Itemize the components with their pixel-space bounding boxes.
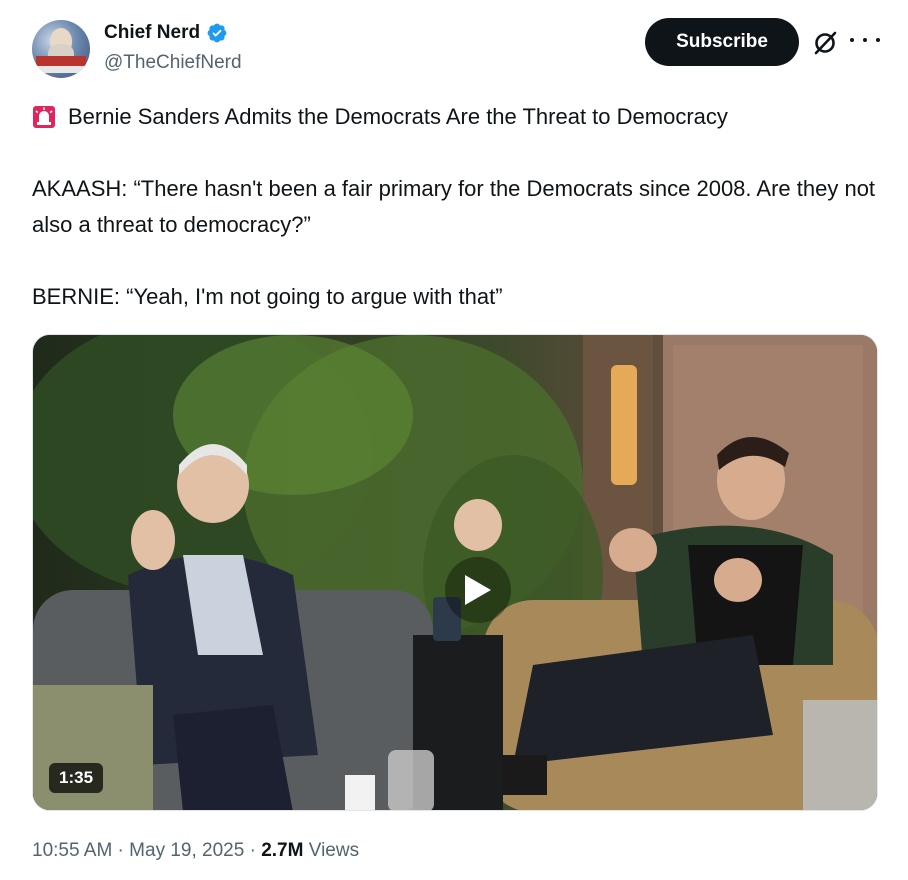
- views-count: 2.7M: [261, 840, 304, 861]
- post-meta: 10:55 AM · May 19, 2025 · 2.7M Views: [32, 840, 359, 862]
- siren-icon: [33, 106, 55, 128]
- views-label: Views: [308, 840, 360, 861]
- avatar[interactable]: [32, 20, 90, 78]
- post-time[interactable]: 10:55 AM: [32, 840, 112, 862]
- post-headline: Bernie Sanders Admits the Democrats Are …: [32, 99, 882, 135]
- verified-badge-icon: [207, 23, 227, 43]
- video-duration-badge: 1:35: [49, 763, 104, 793]
- post-line-akaash: AKAASH: “There hasn't been a fair primar…: [32, 176, 876, 237]
- play-icon: [465, 575, 491, 605]
- post-line-bernie: BERNIE: “Yeah, I'm not going to argue wi…: [32, 284, 503, 309]
- post-date[interactable]: May 19, 2025: [129, 840, 244, 862]
- headline-text: Bernie Sanders Admits the Democrats Are …: [68, 104, 728, 129]
- avatar-flag-stripe-white: [38, 66, 84, 73]
- meta-separator: ·: [112, 840, 130, 861]
- dot: [850, 38, 854, 42]
- author-name[interactable]: Chief Nerd: [104, 22, 200, 44]
- post-header: Chief Nerd @TheChiefNerd Subscribe: [32, 18, 882, 78]
- avatar-flag-stripe: [36, 56, 86, 66]
- author-name-row: Chief Nerd: [104, 22, 228, 44]
- subscribe-button[interactable]: Subscribe: [645, 18, 799, 66]
- play-button[interactable]: [445, 557, 511, 623]
- more-options-icon[interactable]: [850, 28, 880, 52]
- grok-icon[interactable]: [812, 30, 838, 56]
- dot: [863, 38, 867, 42]
- author-handle[interactable]: @TheChiefNerd: [104, 52, 242, 74]
- dot: [876, 38, 880, 42]
- video-player[interactable]: 1:35: [32, 334, 878, 811]
- meta-separator: ·: [244, 840, 262, 861]
